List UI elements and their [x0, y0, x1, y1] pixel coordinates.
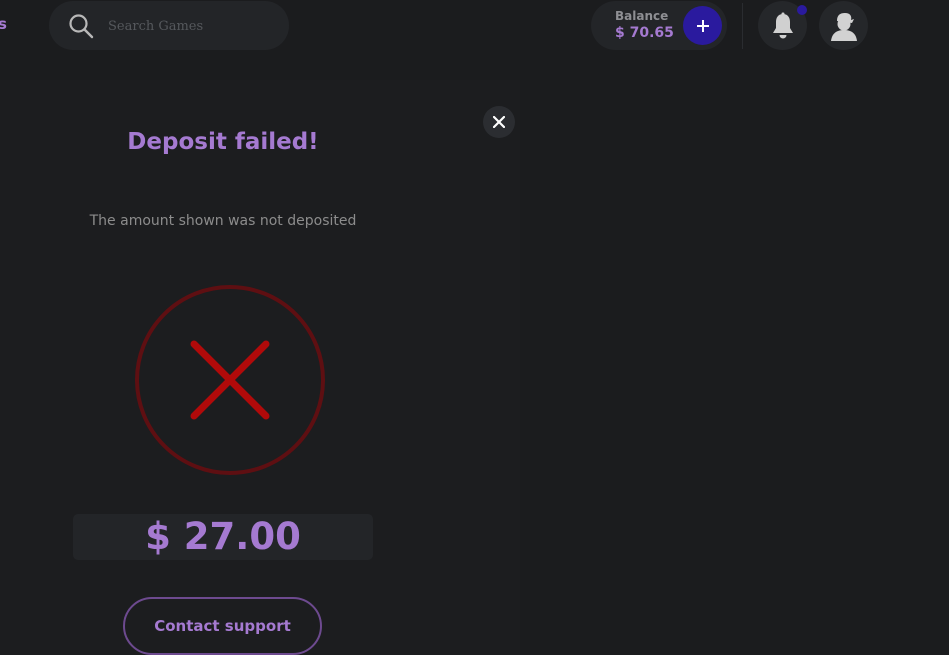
close-button[interactable] [483, 106, 515, 138]
top-bar: s Balance $ 70.65 [0, 0, 949, 52]
plus-icon [696, 19, 709, 32]
failure-x-icon [135, 285, 325, 475]
balance-widget: Balance $ 70.65 [591, 1, 727, 50]
modal-subtitle: The amount shown was not deposited [89, 213, 357, 229]
contact-support-button[interactable]: Contact support [123, 597, 322, 655]
notification-badge [797, 5, 807, 15]
nav-item-fragment[interactable]: s [0, 15, 7, 33]
bell-icon [772, 12, 793, 38]
close-icon [493, 116, 505, 128]
balance-amount: $ 70.65 [615, 25, 674, 41]
search-icon [69, 14, 94, 39]
modal-title: Deposit failed! [127, 129, 319, 155]
search-box[interactable] [49, 1, 289, 50]
page: s Balance $ 70.65 [0, 0, 949, 655]
profile-button[interactable] [819, 1, 868, 50]
header-divider [742, 3, 743, 49]
user-avatar-icon [830, 12, 857, 41]
deposit-amount: $ 27.00 [73, 514, 373, 560]
balance-label: Balance [615, 9, 669, 23]
search-input[interactable] [108, 15, 278, 37]
add-funds-button[interactable] [683, 6, 722, 45]
